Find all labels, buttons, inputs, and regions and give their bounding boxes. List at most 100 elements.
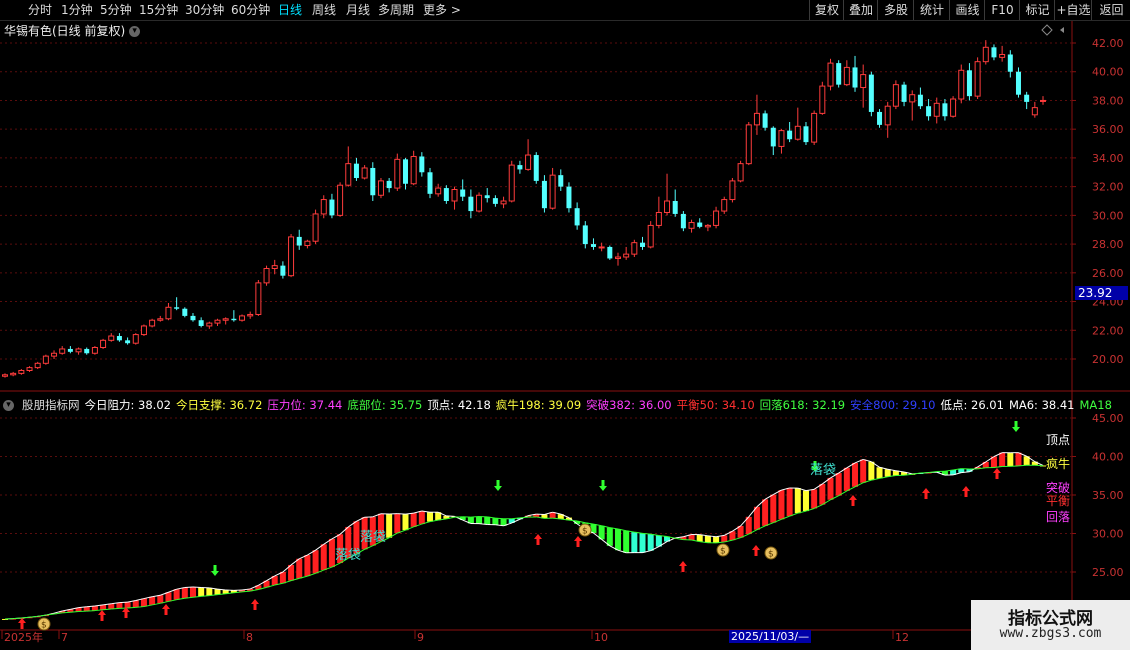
indicator-tick-label: 25.00: [1092, 566, 1124, 579]
candle-body: [386, 180, 392, 189]
chart-area[interactable]: 42.00 40.00 38.00 36.00 34.00 32.00 30.00 28.00…: [0, 21, 1130, 650]
candle-body: [999, 53, 1006, 58]
green-down-arrow-icon: [494, 480, 502, 491]
candle-body: [868, 74, 874, 112]
toolbar-right-6[interactable]: 标记: [1019, 0, 1055, 20]
candle-body: [737, 163, 744, 182]
period-3[interactable]: 15分钟: [139, 2, 178, 18]
candle-body: [631, 242, 638, 255]
ribbon-bar: [312, 550, 319, 574]
candle-body: [165, 306, 172, 320]
toolbar-right-1[interactable]: 叠加: [843, 0, 878, 20]
price-tick-label: 38.00: [1092, 94, 1124, 107]
candle-body: [647, 224, 654, 248]
toolbar-right-5[interactable]: F10: [984, 0, 1020, 20]
date-label: 8: [246, 631, 253, 644]
period-1[interactable]: 1分钟: [61, 2, 93, 18]
period-9[interactable]: 多周期: [378, 2, 414, 18]
candle-body: [933, 102, 940, 117]
ribbon-bar: [1015, 452, 1022, 466]
candle-body: [966, 70, 972, 97]
toolbar-right-4[interactable]: 画线: [949, 0, 985, 20]
candle-body: [427, 172, 433, 194]
ribbon-bar: [181, 587, 188, 599]
red-up-arrow-icon: [98, 610, 106, 621]
indicator-tick-label: 35.00: [1092, 489, 1124, 502]
ribbon-bar: [631, 532, 638, 553]
ribbon-bar: [623, 530, 630, 553]
ribbon-bar: [786, 487, 793, 517]
candle-body: [34, 362, 41, 369]
indicator-collapse-icon[interactable]: ▾: [3, 398, 17, 412]
toolbar-right-2[interactable]: 多股: [877, 0, 914, 20]
period-6[interactable]: 日线: [278, 2, 302, 18]
ribbon-bar: [802, 490, 809, 512]
date-label: 2025年: [4, 630, 43, 644]
period-0[interactable]: 分时: [28, 2, 52, 18]
candle-body: [680, 213, 686, 229]
candle-body: [320, 199, 327, 215]
candle-body: [288, 236, 295, 277]
period-4[interactable]: 30分钟: [185, 2, 224, 18]
candle-body: [108, 335, 115, 341]
period-2[interactable]: 5分钟: [100, 2, 132, 18]
period-10[interactable]: 更多 >: [423, 2, 461, 18]
ribbon-bar: [606, 527, 613, 546]
annotation-luodai: 落袋: [360, 530, 386, 545]
price-tick-label: 20.00: [1092, 353, 1124, 366]
ribbon-bar: [173, 589, 180, 600]
right-level-label: 突破: [1046, 480, 1070, 495]
candle-body: [247, 313, 254, 317]
candle-body: [377, 180, 384, 196]
toolbar-right-7[interactable]: +自选: [1054, 0, 1092, 20]
indicator-item-4: 顶点: 42.18: [427, 398, 491, 412]
ma6-line: [184, 586, 194, 589]
ma18-line: [912, 472, 921, 475]
candle-body: [664, 200, 671, 213]
candle-body: [697, 222, 703, 227]
toolbar-right-8[interactable]: 返回: [1091, 0, 1130, 20]
right-level-label: 顶点: [1046, 433, 1070, 447]
candle-body: [353, 163, 359, 179]
toolbar-right-0[interactable]: 复权: [809, 0, 844, 20]
period-7[interactable]: 周线: [312, 2, 336, 18]
ribbon-bar: [476, 516, 483, 524]
indicator-item-2: 压力位: 37.44: [267, 398, 343, 412]
money-bag-symbol: $: [41, 621, 47, 631]
period-8[interactable]: 月线: [346, 2, 370, 18]
candle-body: [125, 340, 131, 344]
ribbon-bar: [279, 572, 286, 584]
ma18-line: [454, 516, 463, 518]
ribbon-bar: [394, 513, 401, 534]
candle-body: [84, 348, 90, 354]
candle-body: [574, 208, 580, 226]
ma6-line: [446, 515, 455, 517]
candle-body: [174, 307, 180, 309]
ma18-line: [470, 516, 480, 518]
indicator-item-10: 低点: 26.01: [940, 398, 1004, 412]
candle-body: [982, 46, 989, 63]
ma18-line: [1010, 465, 1019, 467]
right-level-label: 平衡: [1046, 494, 1070, 508]
ribbon-bar: [860, 459, 867, 483]
candle-body: [549, 174, 556, 209]
period-5[interactable]: 60分钟: [231, 2, 270, 18]
ma6-line: [397, 513, 406, 515]
green-down-arrow-icon: [211, 565, 219, 576]
indicator-item-5: 疯牛198: 39.09: [495, 398, 582, 412]
candle-body: [59, 348, 66, 354]
ma18-line: [62, 611, 71, 614]
candle-body: [753, 112, 760, 126]
candle-body: [598, 246, 605, 249]
candle-body: [607, 246, 613, 259]
candle-body: [926, 106, 932, 117]
toolbar-right-3[interactable]: 统计: [913, 0, 950, 20]
candle-body: [214, 319, 221, 324]
green-down-arrow-icon: [599, 480, 607, 491]
candle-body: [18, 369, 25, 374]
ribbon-bar: [778, 490, 785, 520]
ribbon-bar: [713, 536, 720, 543]
red-up-arrow-icon: [18, 618, 26, 629]
ribbon-bar: [386, 513, 393, 538]
candle-body: [852, 67, 858, 88]
